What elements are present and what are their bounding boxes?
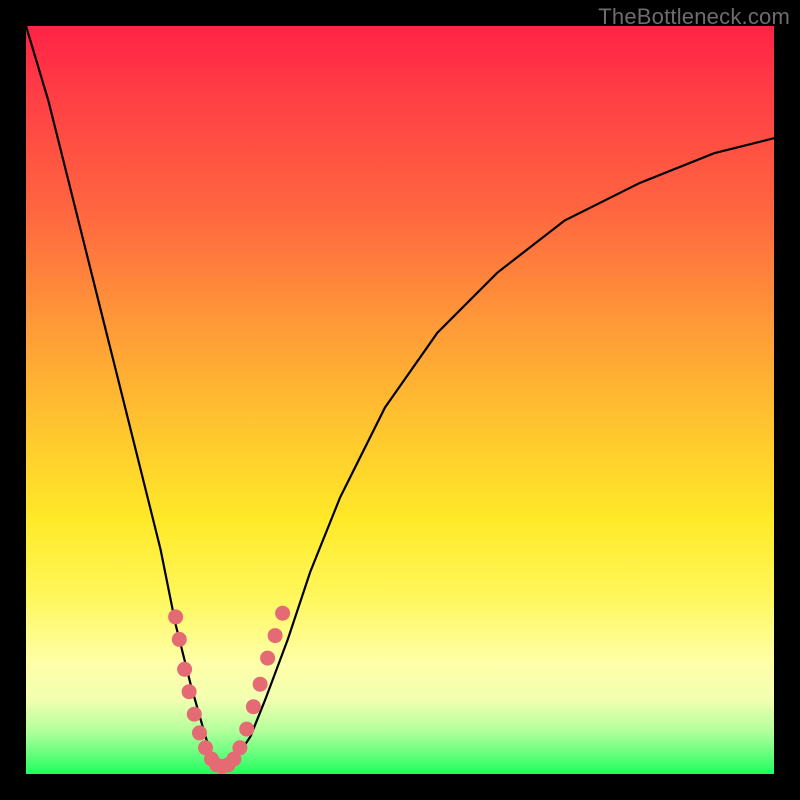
plot-area xyxy=(26,26,774,774)
marker-dot xyxy=(268,628,283,643)
marker-dot xyxy=(246,699,261,714)
marker-dot xyxy=(260,651,275,666)
marker-dot xyxy=(172,632,187,647)
marker-dot xyxy=(232,740,247,755)
highlight-markers xyxy=(168,606,290,774)
chart-svg xyxy=(26,26,774,774)
marker-dot xyxy=(187,707,202,722)
marker-dot xyxy=(275,606,290,621)
chart-frame: TheBottleneck.com xyxy=(0,0,800,800)
marker-dot xyxy=(192,725,207,740)
marker-dot xyxy=(253,677,268,692)
marker-dot xyxy=(182,684,197,699)
marker-dot xyxy=(177,662,192,677)
marker-dot xyxy=(168,609,183,624)
marker-dot xyxy=(239,722,254,737)
watermark-text: TheBottleneck.com xyxy=(598,4,790,30)
bottleneck-curve xyxy=(26,26,774,767)
